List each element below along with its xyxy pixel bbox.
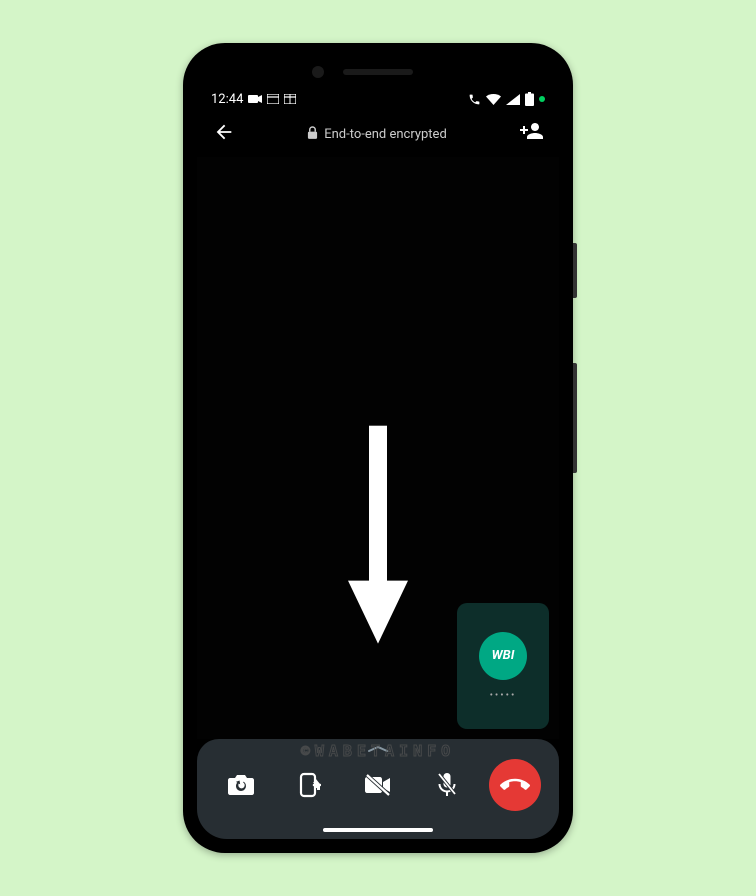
volume-button [573,363,577,473]
call-controls [215,759,541,811]
video-call-area: WBI ••••• [197,157,559,739]
screen-share-button[interactable] [284,759,336,811]
wifi-icon [486,94,501,105]
self-preview-pip[interactable]: WBI ••••• [457,603,549,729]
notification-dot-icon [539,96,545,102]
clock-time: 12:44 [211,92,243,107]
status-left: 12:44 [211,92,296,107]
encryption-label: End-to-end encrypted [307,126,447,143]
window-icon [267,94,279,104]
expand-chevron-icon[interactable] [215,745,541,753]
add-participant-button[interactable] [519,122,543,146]
pip-loading-dots: ••••• [490,690,517,701]
battery-icon [525,92,534,106]
video-toggle-button[interactable] [352,759,404,811]
phone-device-frame: 12:44 [183,43,573,853]
front-camera [312,66,324,78]
signal-icon [506,94,520,105]
pip-avatar: WBI [479,632,527,680]
calendar-icon [284,94,296,104]
video-recording-icon [248,94,262,104]
power-button [573,243,577,298]
arrow-annotation [343,426,413,650]
navigation-bar[interactable] [197,821,559,839]
status-bar: 12:44 [197,87,559,111]
speaker-area [197,57,559,87]
encryption-text: End-to-end encrypted [324,127,447,142]
speaker-grill [343,69,413,75]
mute-toggle-button[interactable] [421,759,473,811]
nav-pill [323,828,433,832]
call-top-bar: End-to-end encrypted [197,111,559,157]
end-call-button[interactable] [489,759,541,811]
status-right [468,92,545,106]
back-button[interactable] [213,121,235,147]
call-bottom-sheet[interactable] [197,739,559,821]
phone-screen: 12:44 [197,57,559,839]
call-active-icon [468,93,481,106]
switch-camera-button[interactable] [215,759,267,811]
lock-icon [307,126,318,143]
avatar-text: WBI [492,648,515,663]
